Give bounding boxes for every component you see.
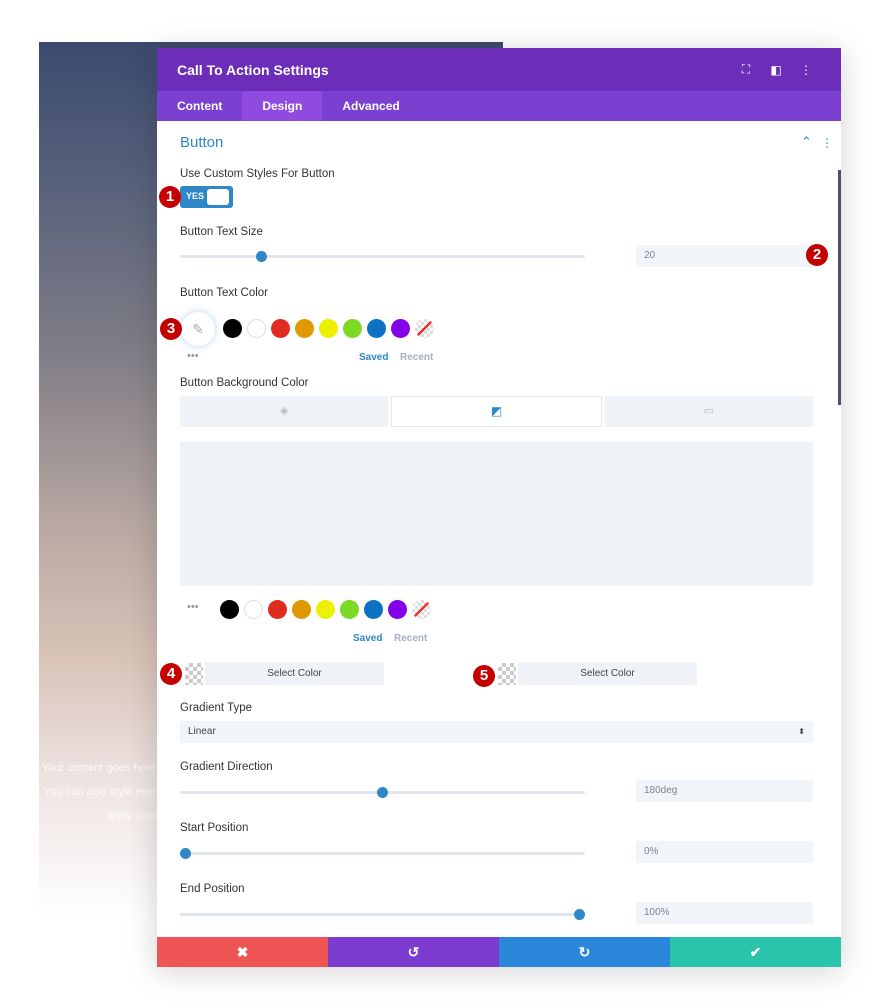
scrollbar[interactable]	[838, 170, 841, 405]
start-position-input[interactable]: 0%	[636, 841, 813, 863]
recent-tab[interactable]: Recent	[394, 633, 427, 644]
color-swatch[interactable]	[292, 600, 311, 619]
toggle-knob	[207, 189, 229, 205]
collapse-icon[interactable]: ⌃	[801, 134, 812, 150]
color-swatch[interactable]	[340, 600, 359, 619]
color-swatch[interactable]	[223, 319, 242, 338]
direction-input[interactable]: 180deg	[636, 780, 813, 802]
color-swatch[interactable]	[388, 600, 407, 619]
image-icon[interactable]: ▭	[604, 396, 813, 427]
redo-button[interactable]: ↻	[499, 937, 670, 967]
modal-title: Call To Action Settings	[177, 61, 329, 78]
text-size-input[interactable]: 20	[636, 245, 813, 267]
save-button[interactable]: ✔	[670, 937, 841, 967]
start-position-slider[interactable]	[180, 848, 585, 859]
color-swatch[interactable]	[367, 319, 386, 338]
direction-slider[interactable]	[180, 787, 585, 798]
gradient-type-select[interactable]: Linear ⬍	[180, 721, 813, 743]
start-position-label: Start Position	[180, 822, 249, 834]
color-swatch[interactable]	[343, 319, 362, 338]
text-size-label: Button Text Size	[180, 226, 263, 238]
start-color-preview[interactable]	[185, 663, 203, 685]
step-badge: 2	[806, 244, 828, 266]
section-more-icon[interactable]: ⋮	[821, 136, 833, 150]
gradient-preview	[180, 442, 813, 586]
end-color-button[interactable]: Select Color	[518, 662, 697, 685]
end-position-slider[interactable]	[180, 909, 585, 920]
bg-color-label: Button Background Color	[180, 377, 309, 389]
section-title: Button	[180, 134, 224, 151]
focus-icon[interactable]: ⛶	[731, 62, 761, 77]
step-badge: 5	[473, 665, 495, 687]
no-color-swatch[interactable]	[415, 319, 434, 338]
end-color-preview[interactable]	[498, 663, 516, 685]
step-badge: 1	[159, 186, 181, 208]
modal-header: Call To Action Settings ⛶ ◧ ⋮	[157, 48, 841, 91]
color-swatch[interactable]	[364, 600, 383, 619]
no-color-swatch[interactable]	[412, 600, 431, 619]
slider-handle[interactable]	[180, 848, 191, 859]
text-color-label: Button Text Color	[180, 287, 269, 299]
custom-styles-label: Use Custom Styles For Button	[180, 168, 335, 180]
color-swatch[interactable]	[316, 600, 335, 619]
color-swatch[interactable]	[295, 319, 314, 338]
color-swatch[interactable]	[244, 600, 263, 619]
saved-tab[interactable]: Saved	[353, 633, 382, 644]
more-colors-icon[interactable]: •••	[187, 601, 199, 613]
gradient-icon[interactable]: ◩	[391, 396, 602, 427]
recent-tab[interactable]: Recent	[400, 352, 433, 363]
toggle-label: YES	[186, 191, 205, 201]
color-swatch[interactable]	[220, 600, 239, 619]
more-colors-icon[interactable]: •••	[187, 350, 199, 362]
preview-text: Your content goes here.	[42, 762, 159, 774]
color-swatch[interactable]	[268, 600, 287, 619]
color-swatch[interactable]	[319, 319, 338, 338]
undo-button[interactable]: ↺	[328, 937, 499, 967]
step-badge: 3	[160, 318, 182, 340]
tab-content[interactable]: Content	[157, 91, 242, 121]
step-badge: 4	[160, 663, 182, 685]
color-swatch[interactable]	[247, 319, 266, 338]
text-size-slider[interactable]	[180, 251, 585, 262]
bg-type-tabs: ◈ ◩ ▭	[180, 396, 813, 427]
preview-text: You can also style every	[44, 786, 163, 798]
modal-footer: ✖ ↺ ↻ ✔	[157, 937, 841, 967]
color-fill-icon[interactable]: ◈	[180, 396, 389, 427]
select-value: Linear	[188, 726, 216, 737]
settings-modal: Call To Action Settings ⛶ ◧ ⋮ Content De…	[157, 48, 841, 967]
tab-advanced[interactable]: Advanced	[322, 91, 419, 121]
split-view-icon[interactable]: ◧	[761, 63, 791, 77]
color-swatch[interactable]	[271, 319, 290, 338]
slider-handle[interactable]	[574, 909, 585, 920]
select-arrows-icon: ⬍	[798, 727, 805, 736]
end-position-input[interactable]: 100%	[636, 902, 813, 924]
more-icon[interactable]: ⋮	[791, 63, 821, 77]
start-color-button[interactable]: Select Color	[205, 662, 384, 685]
slider-handle[interactable]	[377, 787, 388, 798]
tab-design[interactable]: Design	[242, 91, 323, 121]
end-position-label: End Position	[180, 883, 245, 895]
saved-tab[interactable]: Saved	[359, 352, 388, 363]
color-swatch[interactable]	[391, 319, 410, 338]
bg-color-swatches	[220, 600, 436, 619]
text-color-swatches	[223, 319, 439, 338]
eyedropper-icon[interactable]: ✎	[181, 312, 215, 346]
slider-handle[interactable]	[256, 251, 267, 262]
cancel-button[interactable]: ✖	[157, 937, 328, 967]
tab-bar: Content Design Advanced	[157, 91, 841, 121]
custom-styles-toggle[interactable]: YES	[180, 186, 233, 208]
gradient-type-label: Gradient Type	[180, 702, 253, 714]
gradient-direction-label: Gradient Direction	[180, 761, 273, 773]
